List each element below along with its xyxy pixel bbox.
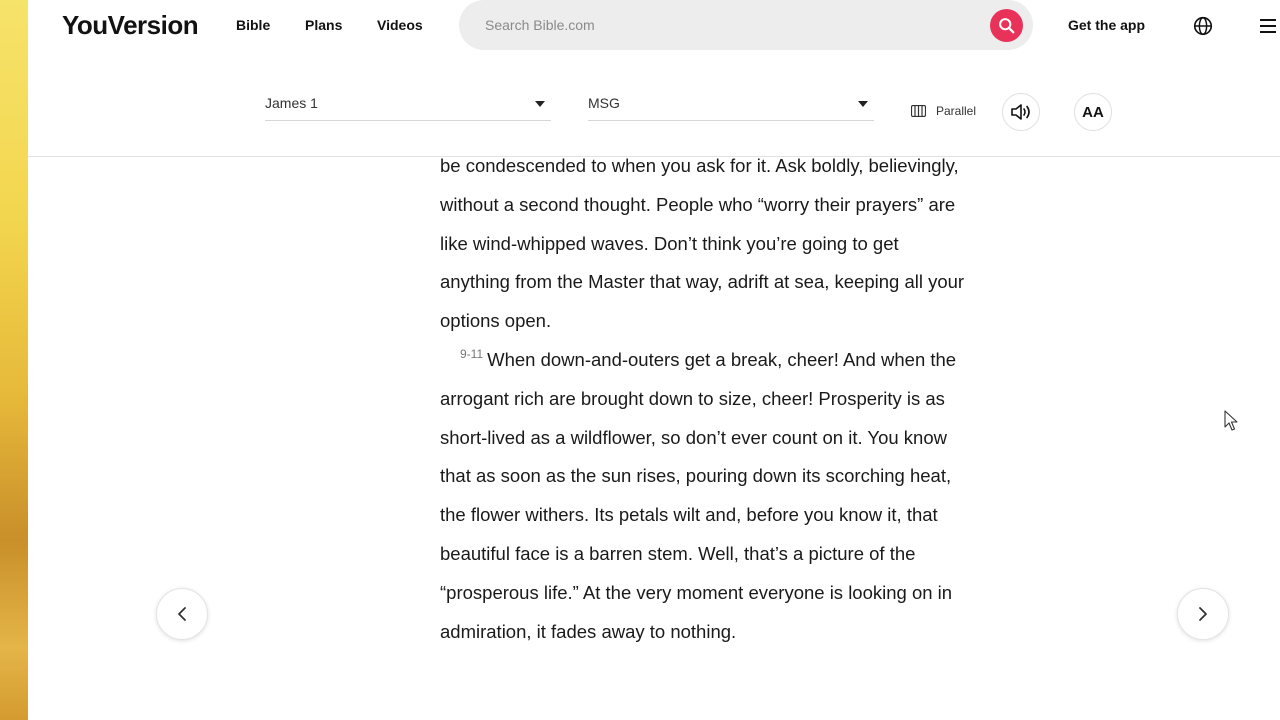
search-bar bbox=[459, 0, 1033, 50]
search-button[interactable] bbox=[990, 9, 1023, 42]
parallel-label: Parallel bbox=[936, 104, 977, 118]
font-size-button[interactable]: AA bbox=[1074, 93, 1112, 131]
verse-paragraph: 9-11 When down-and-outers get a break, ch… bbox=[440, 341, 970, 651]
chevron-down-icon bbox=[535, 101, 545, 107]
chapter-text: be condescended to when you ask for it. … bbox=[440, 147, 970, 651]
top-nav: YouVersion Bible Plans Videos Get the ap… bbox=[28, 0, 1280, 52]
book-chapter-select[interactable]: James 1 bbox=[265, 89, 551, 121]
parallel-columns-icon bbox=[911, 105, 926, 117]
chevron-down-icon bbox=[858, 101, 868, 107]
verse-text: When down-and-outers get a break, cheer!… bbox=[440, 348, 957, 642]
app-window: YouVersion Bible Plans Videos Get the ap… bbox=[28, 0, 1280, 720]
speaker-icon bbox=[1011, 104, 1030, 120]
chevron-left-icon bbox=[178, 607, 186, 621]
audio-button[interactable] bbox=[1002, 93, 1040, 131]
nav-link-videos[interactable]: Videos bbox=[377, 17, 423, 33]
parallel-toggle[interactable]: Parallel bbox=[911, 104, 976, 118]
get-the-app-link[interactable]: Get the app bbox=[1068, 17, 1145, 33]
nav-link-plans[interactable]: Plans bbox=[305, 17, 342, 33]
next-chapter-button[interactable] bbox=[1177, 588, 1229, 640]
version-select[interactable]: MSG bbox=[588, 89, 874, 121]
verse-paragraph: be condescended to when you ask for it. … bbox=[440, 155, 965, 332]
globe-icon[interactable] bbox=[1192, 15, 1214, 37]
youversion-logo[interactable]: YouVersion bbox=[62, 10, 199, 41]
desktop-background-strip bbox=[0, 0, 28, 720]
reader-toolbar: James 1 MSG Parallel AA bbox=[28, 52, 1280, 157]
chevron-right-icon bbox=[1199, 607, 1207, 621]
verse-number: 9-11 bbox=[460, 346, 484, 361]
hamburger-menu-icon[interactable] bbox=[1258, 16, 1278, 36]
book-chapter-value: James 1 bbox=[265, 95, 318, 111]
search-icon bbox=[999, 18, 1015, 34]
mouse-cursor-icon bbox=[1224, 410, 1238, 431]
previous-chapter-button[interactable] bbox=[156, 588, 208, 640]
search-input[interactable] bbox=[485, 0, 965, 50]
font-size-label: AA bbox=[1082, 103, 1104, 121]
version-value: MSG bbox=[588, 95, 620, 111]
nav-link-bible[interactable]: Bible bbox=[236, 17, 270, 33]
